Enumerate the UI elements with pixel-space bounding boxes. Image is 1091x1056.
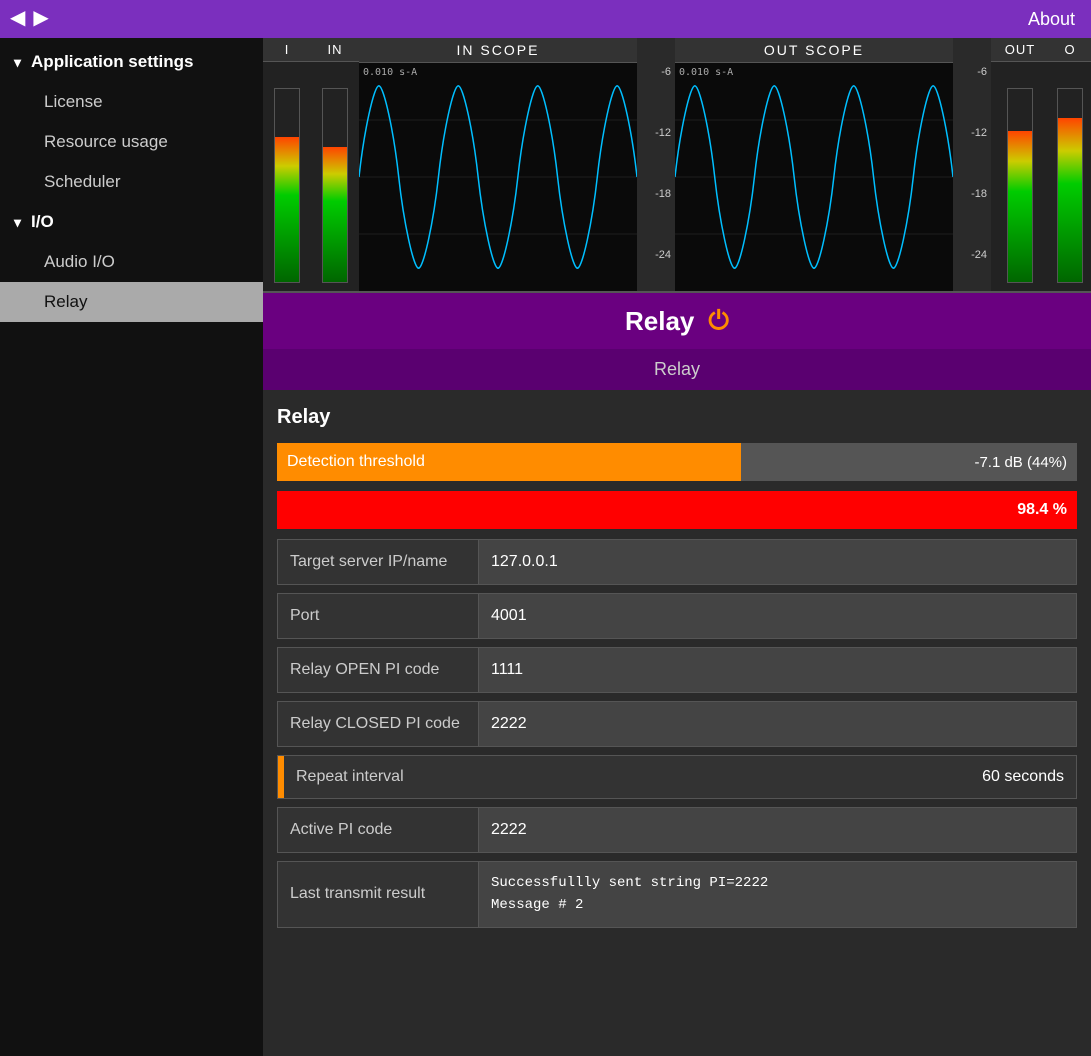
- in-scope-canvas: 0.010 s-A: [359, 63, 637, 291]
- closed-code-value[interactable]: 2222: [478, 702, 1076, 746]
- scale-neg18-right: -18: [971, 188, 987, 200]
- content-area: I IN IN SCOPE 0: [263, 38, 1091, 1056]
- chevron-down-icon-io: ▾: [14, 214, 21, 231]
- sidebar-item-relay[interactable]: Relay: [0, 282, 263, 322]
- repeat-label: Repeat interval: [284, 760, 970, 794]
- target-server-row: Target server IP/name 127.0.0.1: [277, 539, 1077, 585]
- sidebar-item-scheduler[interactable]: Scheduler: [0, 162, 263, 202]
- threshold-value: -7.1 dB (44%): [741, 443, 1077, 481]
- out-scope-svg: [675, 63, 953, 291]
- transmit-value: Successfullly sent string PI=2222 Messag…: [478, 862, 1076, 927]
- relay-header-label: Relay: [625, 306, 694, 337]
- threshold-bar-fill: Detection threshold: [277, 443, 741, 481]
- in-scope-panel: IN SCOPE 0.010 s-A: [359, 38, 637, 291]
- sidebar-item-license[interactable]: License: [0, 82, 263, 122]
- level-row[interactable]: 98.4 %: [277, 491, 1077, 529]
- forward-button[interactable]: ▶: [33, 5, 48, 30]
- scale-neg12-left: -12: [655, 127, 671, 139]
- relay-section: Relay Detection threshold -7.1 dB (44%) …: [263, 390, 1091, 1056]
- out-bar: [1007, 88, 1033, 283]
- target-value[interactable]: 127.0.0.1: [478, 540, 1076, 584]
- port-row: Port 4001: [277, 593, 1077, 639]
- sidebar-item-resource-usage[interactable]: Resource usage: [0, 122, 263, 162]
- in-scope-timestamp: 0.010 s-A: [363, 67, 417, 78]
- open-code-row: Relay OPEN PI code 1111: [277, 647, 1077, 693]
- out-bar-area: [991, 62, 1049, 291]
- out-label: OUT: [991, 38, 1049, 62]
- threshold-row[interactable]: Detection threshold -7.1 dB (44%): [277, 443, 1077, 481]
- scale-neg18-left: -18: [655, 188, 671, 200]
- output-meter-out: OUT: [991, 38, 1049, 291]
- center-scale: -6 -12 -18 -24: [637, 38, 675, 291]
- scale-neg24-right: -24: [971, 249, 987, 261]
- sidebar-item-audio-io[interactable]: Audio I/O: [0, 242, 263, 282]
- right-scale: -6 -12 -18 -24: [953, 38, 991, 291]
- active-pi-row: Active PI code 2222: [277, 807, 1077, 853]
- o-bar-area: [1049, 62, 1091, 291]
- in-scope-label: IN SCOPE: [359, 38, 637, 63]
- i-bar-area: [263, 62, 311, 291]
- sidebar-item-io[interactable]: ▾ I/O: [0, 202, 263, 242]
- relay-subtitle: Relay: [263, 349, 1091, 390]
- in-label: IN: [311, 38, 359, 62]
- o-label: O: [1049, 38, 1091, 62]
- transmit-row: Last transmit result Successfullly sent …: [277, 861, 1077, 928]
- input-meter-i: I: [263, 38, 311, 291]
- out-scope-label: OUT SCOPE: [675, 38, 953, 63]
- active-pi-label: Active PI code: [278, 813, 478, 847]
- closed-code-row: Relay CLOSED PI code 2222: [277, 701, 1077, 747]
- port-value[interactable]: 4001: [478, 594, 1076, 638]
- sidebar: ▾ Application settings License Resource …: [0, 38, 263, 1056]
- repeat-value: 60 seconds: [970, 760, 1076, 794]
- chevron-down-icon: ▾: [14, 54, 21, 71]
- open-code-label: Relay OPEN PI code: [278, 653, 478, 687]
- in-scope-svg: [359, 63, 637, 291]
- out-scope-timestamp: 0.010 s-A: [679, 67, 733, 78]
- i-label: I: [263, 38, 311, 62]
- closed-code-label: Relay CLOSED PI code: [278, 707, 478, 741]
- scale-neg6-right: -6: [977, 66, 987, 78]
- scale-neg24-left: -24: [655, 249, 671, 261]
- power-icon[interactable]: ⏻: [708, 305, 729, 337]
- repeat-row[interactable]: Repeat interval 60 seconds: [277, 755, 1077, 799]
- out-scope-canvas: 0.010 s-A: [675, 63, 953, 291]
- input-meter-in: IN: [311, 38, 359, 291]
- sidebar-item-app-settings[interactable]: ▾ Application settings: [0, 42, 263, 82]
- port-label: Port: [278, 599, 478, 633]
- target-label: Target server IP/name: [278, 545, 478, 579]
- meters-strip: I IN IN SCOPE 0: [263, 38, 1091, 293]
- transmit-label: Last transmit result: [278, 862, 478, 927]
- in-bar: [322, 88, 348, 283]
- active-pi-value[interactable]: 2222: [478, 808, 1076, 852]
- relay-header: Relay ⏻: [263, 293, 1091, 349]
- scale-neg6-left: -6: [661, 66, 671, 78]
- in-bar-area: [311, 62, 359, 291]
- output-meter-o: O: [1049, 38, 1091, 291]
- about-label[interactable]: About: [1028, 9, 1075, 30]
- scale-neg12-right: -12: [971, 127, 987, 139]
- relay-section-title: Relay: [277, 406, 1077, 429]
- open-code-value[interactable]: 1111: [478, 648, 1076, 692]
- back-button[interactable]: ◀: [10, 5, 25, 30]
- out-scope-panel: OUT SCOPE 0.010 s-A: [675, 38, 953, 291]
- i-bar: [274, 88, 300, 283]
- o-bar: [1057, 88, 1083, 283]
